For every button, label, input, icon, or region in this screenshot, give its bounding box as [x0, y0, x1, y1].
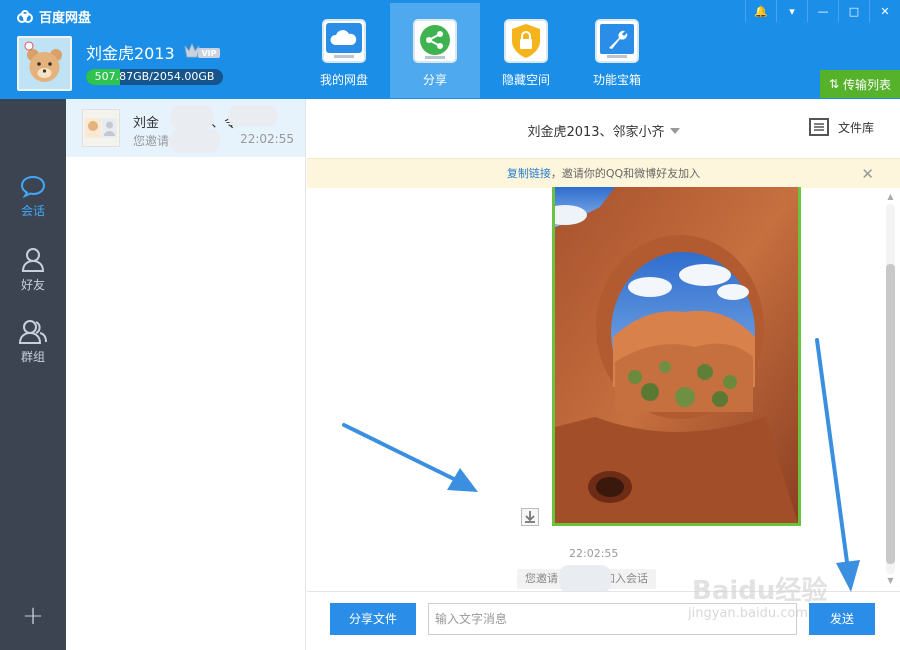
tab-my-drive[interactable]: 我的网盘 [299, 3, 389, 98]
person-icon [21, 248, 45, 272]
vip-badge[interactable]: VIP [183, 42, 221, 60]
chat-panel: 刘金虎2013、邻家小齐 文件库 复制链接，邀请你的QQ和微博好友加入 ✕ 22… [307, 99, 900, 650]
privacy-blur [170, 129, 220, 153]
session-preview: 您邀请 [133, 134, 170, 148]
tab-label: 隐藏空间 [501, 73, 550, 87]
rail-item-conversations[interactable]: 会话 [0, 174, 66, 219]
group-avatar [82, 109, 120, 147]
group-icon [19, 320, 47, 344]
file-library-label: 文件库 [837, 120, 874, 135]
tab-label: 分享 [422, 73, 447, 87]
notification-bell-icon[interactable]: 🔔 [745, 0, 776, 22]
transfer-list-button[interactable]: ⇅ 传输列表 [820, 70, 900, 98]
transfer-label: 传输列表 [843, 77, 892, 92]
vip-label: VIP [201, 49, 216, 58]
tab-share[interactable]: 分享 [390, 3, 480, 98]
avatar[interactable] [17, 36, 72, 91]
maximize-button[interactable]: □ [838, 0, 869, 22]
session-list: 刘金 3、令 您邀请 22:02:55 [66, 99, 306, 650]
header: 百度网盘 刘金虎2013 VIP 507.87GB/2054.00GB 我的网盘… [0, 0, 900, 99]
app-title-text: 百度网盘 [39, 11, 92, 26]
close-button[interactable]: ✕ [869, 0, 900, 22]
document-list-icon [808, 118, 829, 136]
minimize-button[interactable]: — [807, 0, 838, 22]
shared-image-message[interactable] [552, 187, 801, 526]
chevron-down-icon [669, 128, 680, 134]
share-file-button[interactable]: 分享文件 [330, 603, 416, 635]
cloud-drive-icon [322, 19, 366, 63]
storage-text: 507.87GB/2054.00GB [94, 70, 215, 83]
tab-label: 我的网盘 [319, 73, 368, 87]
app-title: 百度网盘 [16, 7, 91, 26]
rail-label: 会话 [20, 204, 45, 218]
share-icon [413, 19, 457, 63]
rail-item-friends[interactable]: 好友 [0, 246, 66, 293]
menu-dropdown-button[interactable]: ▾ [776, 0, 807, 22]
privacy-blur [170, 105, 214, 129]
transfer-arrows-icon: ⇅ [828, 77, 840, 91]
privacy-blur [559, 565, 611, 593]
rail-label: 群组 [20, 350, 45, 364]
message-timestamp: 22:02:55 [569, 547, 619, 560]
scroll-up-icon[interactable]: ▲ [886, 192, 895, 201]
invite-notice-bar: 复制链接，邀请你的QQ和微博好友加入 ✕ [307, 158, 900, 188]
file-library-button[interactable]: 文件库 [808, 118, 874, 136]
close-icon[interactable]: ✕ [861, 159, 874, 189]
scroll-down-icon[interactable]: ▼ [886, 576, 895, 585]
storage-bar: 507.87GB/2054.00GB [86, 69, 223, 85]
rail-label: 好友 [20, 278, 45, 292]
wrench-icon [595, 19, 639, 63]
input-bar: 分享文件 发送 [307, 591, 900, 650]
session-time: 22:02:55 [240, 132, 294, 146]
window-controls: 🔔 ▾ — □ ✕ [745, 0, 900, 22]
rock-arch-photo [555, 187, 798, 523]
download-icon[interactable] [521, 508, 539, 526]
baidu-cloud-logo-icon [16, 9, 34, 24]
copy-link[interactable]: 复制链接 [507, 167, 551, 180]
scroll-thumb[interactable] [886, 264, 895, 564]
send-button[interactable]: 发送 [809, 603, 875, 635]
tab-label: 功能宝箱 [592, 73, 641, 87]
list-item[interactable]: 刘金 3、令 您邀请 22:02:55 [66, 99, 305, 157]
rail-item-groups[interactable]: 群组 [0, 318, 66, 365]
lock-icon [504, 19, 548, 63]
privacy-blur [228, 105, 278, 127]
chat-scrollbar[interactable]: ▲ ▼ [886, 192, 895, 587]
tab-toolbox[interactable]: 功能宝箱 [572, 3, 662, 98]
tab-hidden-space[interactable]: 隐藏空间 [481, 3, 571, 98]
left-rail: 会话 好友 群组 + [0, 99, 66, 650]
chat-bubble-icon [20, 175, 46, 198]
username: 刘金虎2013 [86, 44, 175, 63]
message-input[interactable] [428, 603, 797, 635]
notice-text: ，邀请你的QQ和微博好友加入 [550, 167, 701, 180]
add-button[interactable]: + [0, 601, 66, 631]
